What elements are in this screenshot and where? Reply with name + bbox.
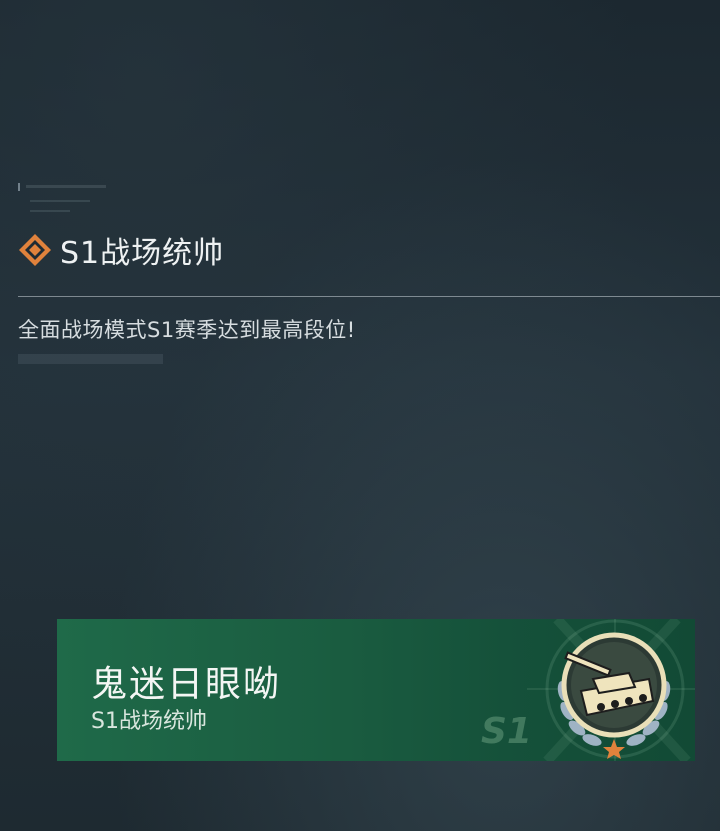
hud-bar xyxy=(26,185,106,188)
season-mark: S1 xyxy=(481,711,532,752)
divider xyxy=(18,296,720,297)
tank-laurel-badge-icon xyxy=(557,632,671,759)
badge-title: S1战场统帅 xyxy=(91,709,207,734)
player-badge-card: 鬼迷日眼呦 S1战场统帅 S1 xyxy=(57,619,695,761)
achievement-title: S1战场统帅 xyxy=(60,236,225,271)
date-placeholder-bar xyxy=(18,354,163,364)
orange-diamond-icon xyxy=(19,234,51,266)
achievement-header: S1战场统帅 xyxy=(18,228,224,272)
hud-line xyxy=(30,200,90,202)
hud-tick xyxy=(18,183,20,191)
hud-indicator xyxy=(18,183,108,191)
player-name: 鬼迷日眼呦 xyxy=(91,664,282,705)
hud-line xyxy=(30,210,70,212)
achievement-description: 全面战场模式S1赛季达到最高段位! xyxy=(18,318,356,342)
